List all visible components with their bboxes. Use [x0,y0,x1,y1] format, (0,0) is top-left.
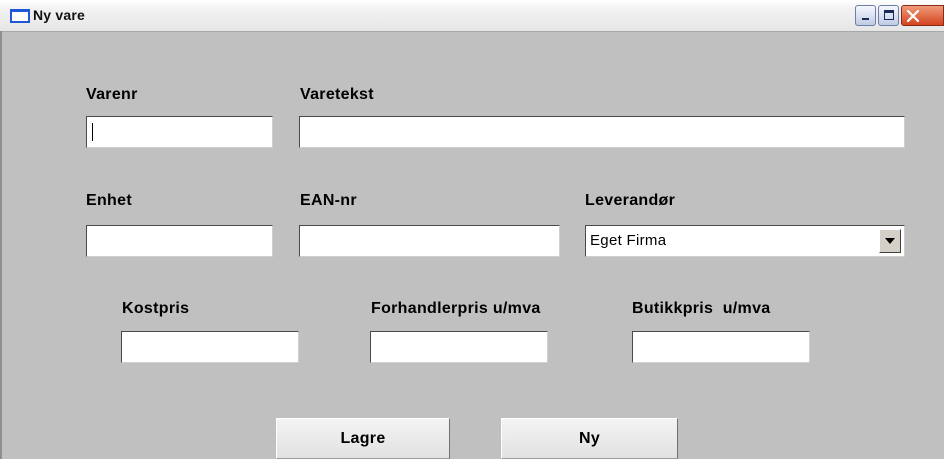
leverandor-select[interactable]: Eget Firma [585,225,905,257]
butikkpris-label: Butikkpris u/mva [632,300,771,317]
minimize-button[interactable] [855,5,876,26]
forhandlerpris-input[interactable] [370,331,548,363]
leverandor-label: Leverandør [585,192,676,209]
dropdown-button[interactable] [879,229,901,253]
varetekst-label: Varetekst [300,86,374,103]
ean-input[interactable] [299,225,560,257]
title-bar[interactable]: Ny vare [0,0,944,32]
window-title: Ny vare [33,7,85,23]
new-item-window: Ny vare Varenr Varetekst Enhet EAN-nr Le… [0,0,944,459]
kostpris-label: Kostpris [122,300,190,317]
window-app-icon [10,9,30,23]
new-button[interactable]: Ny [501,418,678,459]
chevron-down-icon [885,238,895,244]
butikkpris-input[interactable] [632,331,810,363]
text-caret [92,123,93,141]
save-button[interactable]: Lagre [276,418,450,459]
leverandor-selected-value: Eget Firma [590,232,667,249]
maximize-icon [884,10,894,20]
maximize-button[interactable] [878,5,899,26]
varetekst-input[interactable] [299,116,905,148]
close-button[interactable] [901,5,944,26]
enhet-label: Enhet [86,192,132,209]
window-left-border [0,31,2,459]
enhet-input[interactable] [86,225,273,257]
varenr-label: Varenr [86,86,138,103]
forhandlerpris-label: Forhandlerpris u/mva [371,300,541,317]
kostpris-input[interactable] [121,331,299,363]
minimize-icon [862,18,869,20]
varenr-input[interactable] [86,116,273,148]
close-icon [907,10,919,22]
ean-label: EAN-nr [300,192,357,209]
